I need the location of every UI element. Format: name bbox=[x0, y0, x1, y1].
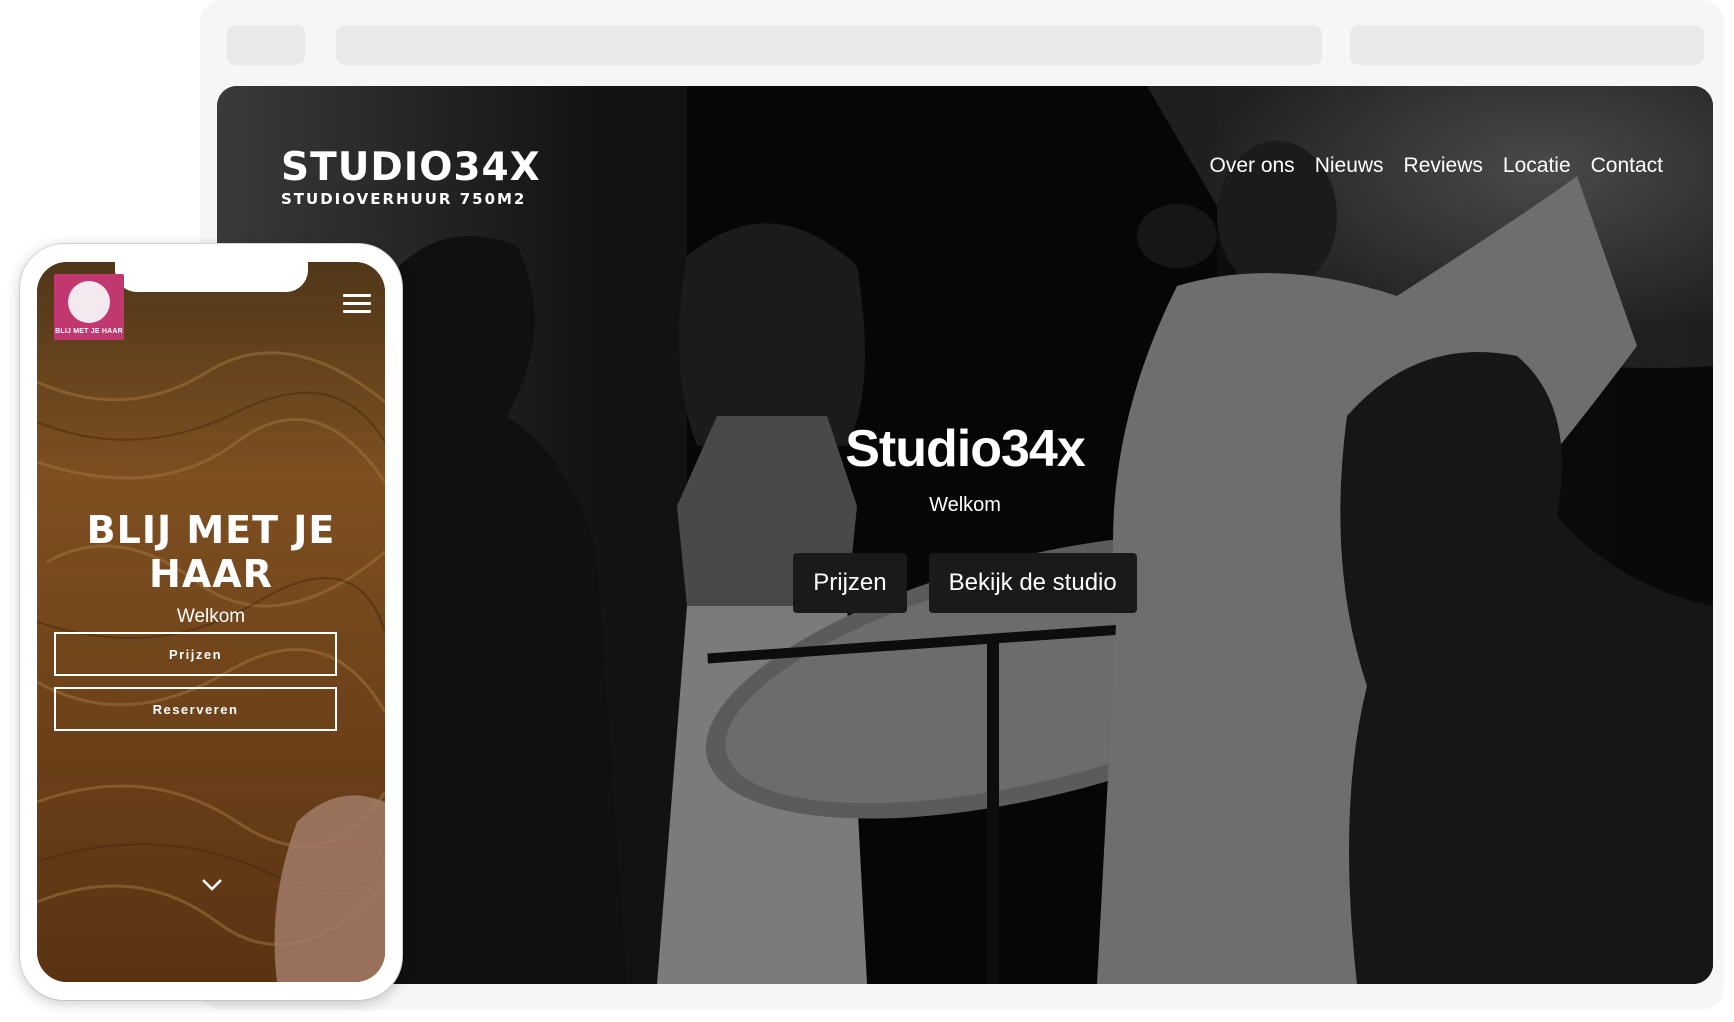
address-bar-placeholder[interactable] bbox=[336, 25, 1322, 65]
mobile-prijzen-button[interactable]: Prijzen bbox=[54, 632, 337, 676]
prijzen-button[interactable]: Prijzen bbox=[793, 553, 907, 613]
main-navigation: Over ons Nieuws Reviews Locatie Contact bbox=[1209, 154, 1663, 178]
logo-sub-text: STUDIOVERHUUR 750M2 bbox=[281, 190, 527, 208]
nav-link-locatie[interactable]: Locatie bbox=[1503, 154, 1571, 178]
nav-link-reviews[interactable]: Reviews bbox=[1404, 154, 1483, 178]
bekijk-de-studio-button[interactable]: Bekijk de studio bbox=[928, 553, 1137, 613]
nav-link-contact[interactable]: Contact bbox=[1591, 154, 1663, 178]
mobile-website-screen: BLIJ MET JE HAAR BLIJ MET JE HAAR Welkom… bbox=[37, 262, 385, 982]
nav-link-nieuws[interactable]: Nieuws bbox=[1315, 154, 1384, 178]
browser-controls-placeholder bbox=[227, 25, 305, 65]
desktop-website-viewport: STUDIO34X STUDIOVERHUUR 750M2 Over ons N… bbox=[217, 86, 1713, 984]
mobile-hero-subtitle: Welkom bbox=[176, 606, 246, 627]
logo-emblem bbox=[68, 281, 110, 323]
logo-caption: BLIJ MET JE HAAR bbox=[55, 328, 123, 335]
browser-window: STUDIO34X STUDIOVERHUUR 750M2 Over ons N… bbox=[200, 0, 1724, 1010]
menu-icon[interactable] bbox=[343, 294, 371, 316]
mobile-hero-title-line2: HAAR bbox=[149, 552, 273, 596]
hero-subtitle: Welkom bbox=[929, 494, 1001, 516]
studio-hero-photo bbox=[217, 86, 1713, 984]
studio34x-logo[interactable]: STUDIO34X STUDIOVERHUUR 750M2 bbox=[281, 145, 541, 209]
phone-mockup: BLIJ MET JE HAAR BLIJ MET JE HAAR Welkom… bbox=[20, 244, 402, 1000]
mobile-hero-title: BLIJ MET JE HAAR bbox=[37, 508, 385, 596]
hero-title: Studio34x bbox=[845, 420, 1086, 478]
nav-link-over-ons[interactable]: Over ons bbox=[1209, 154, 1294, 178]
mobile-hero-title-line1: BLIJ MET JE bbox=[86, 508, 336, 552]
blij-met-je-haar-logo[interactable]: BLIJ MET JE HAAR bbox=[54, 274, 124, 340]
phone-notch bbox=[115, 262, 308, 292]
chevron-down-icon[interactable] bbox=[201, 878, 223, 892]
logo-main-text: STUDIO34X bbox=[281, 145, 541, 190]
mobile-reserveren-button[interactable]: Reserveren bbox=[54, 687, 337, 731]
browser-toolbar-placeholder bbox=[1350, 25, 1704, 65]
hero-button-group: Prijzen Bekijk de studio bbox=[217, 553, 1713, 613]
